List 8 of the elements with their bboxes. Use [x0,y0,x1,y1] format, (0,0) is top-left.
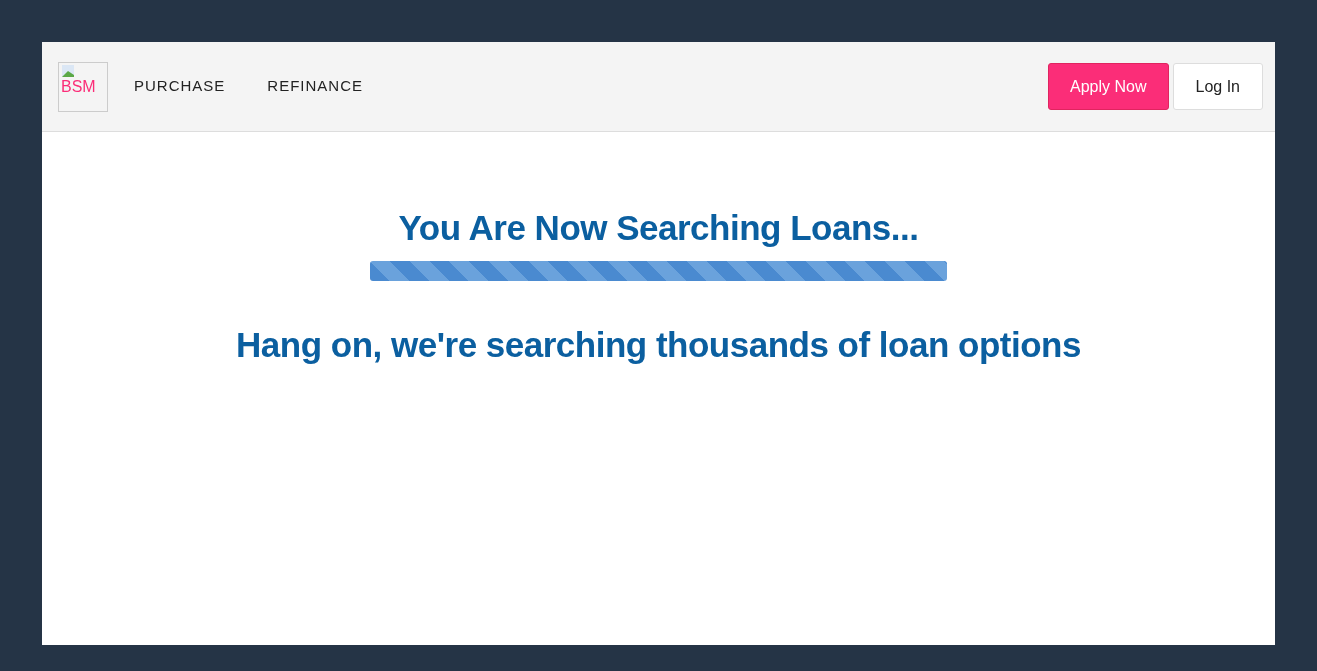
nav-link[interactable]: PURCHASE [134,75,226,98]
broken-image-icon [61,63,75,78]
logo-alt-text: BSM [61,77,96,96]
login-button[interactable]: Log In [1172,63,1263,110]
apply-button[interactable]: Apply Now [1048,63,1169,110]
search-subtitle: Hang on, we're searching thousands of loan options [236,323,1081,366]
nav-link[interactable]: REFINANCE [267,75,364,98]
search-title: You Are Now Searching Loans... [398,207,919,249]
